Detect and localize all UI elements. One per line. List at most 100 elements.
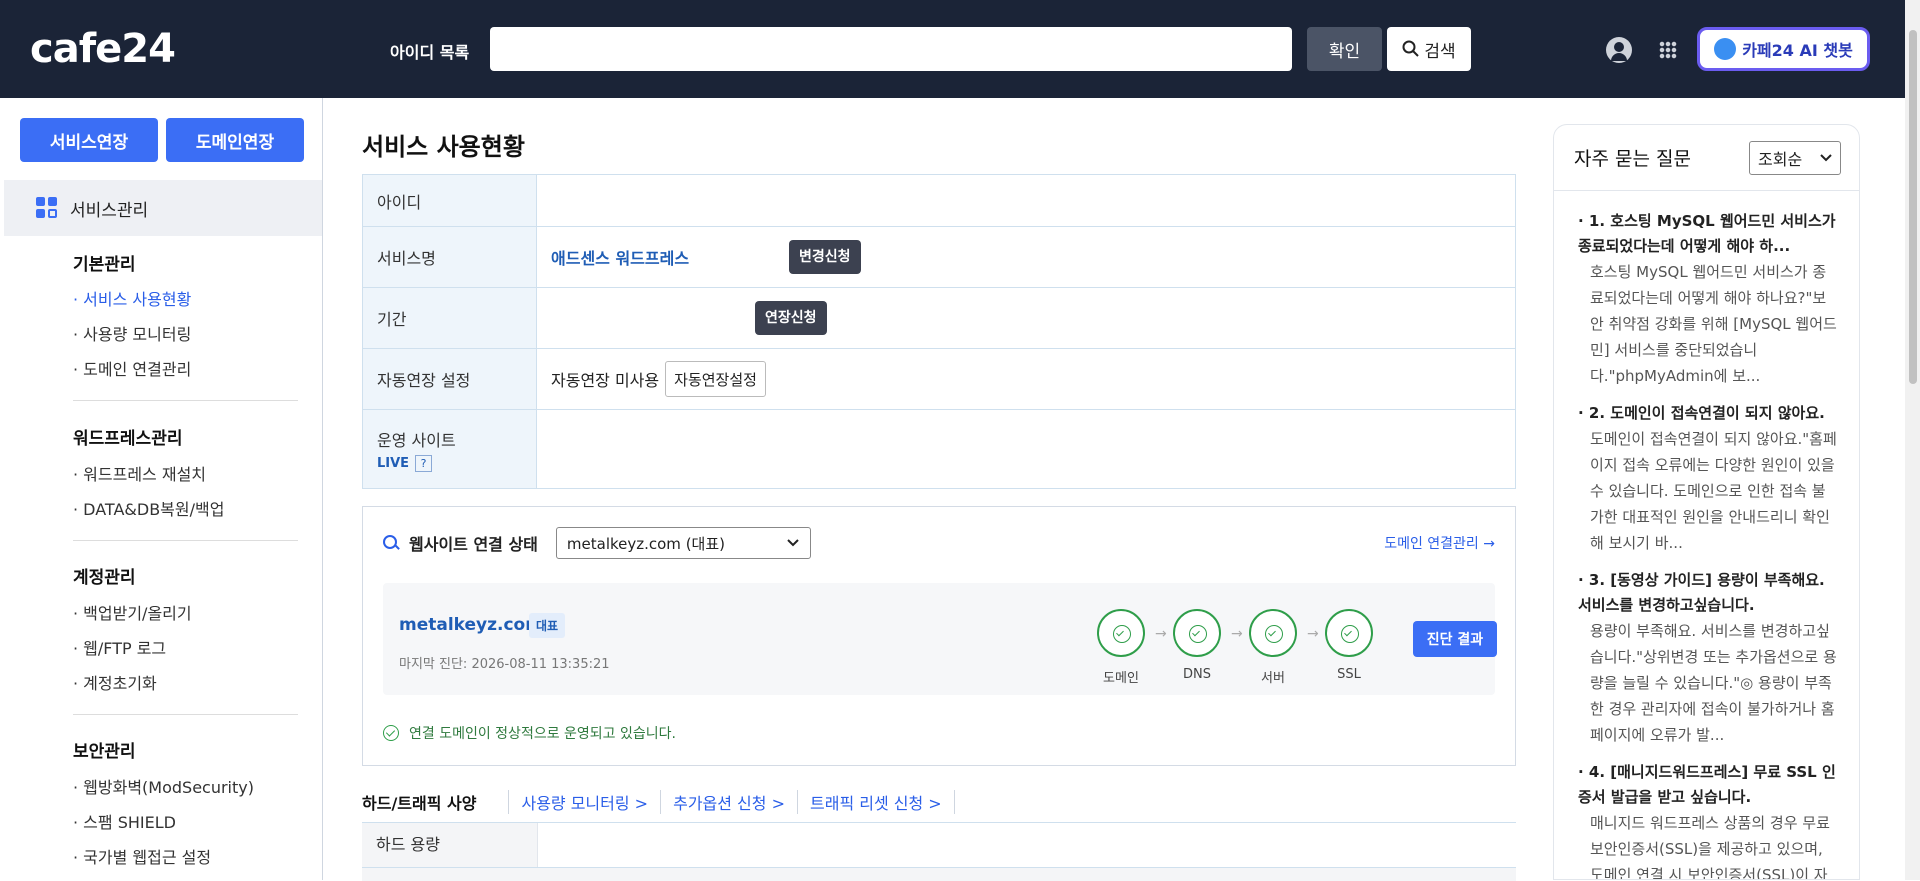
confirm-button[interactable]: 확인 <box>1307 27 1382 71</box>
domain-name[interactable]: metalkeyz.com <box>399 615 543 635</box>
change-request-button[interactable]: 변경신청 <box>789 240 861 274</box>
dns-check-icon <box>1173 609 1221 657</box>
user-account-icon[interactable] <box>1606 37 1632 63</box>
search-icon <box>1402 40 1420 57</box>
domain-check-icon <box>1097 609 1145 657</box>
faq-item[interactable]: · 2. 도메인이 접속연결이 되지 않아요. 도메인이 접속연결이 되지 않아… <box>1578 401 1837 556</box>
faq-question[interactable]: · 4. [매니지드워드프레스] 무료 SSL 인증서 발급을 받고 싶습니다. <box>1578 760 1837 810</box>
sidebar-item-backup-upload[interactable]: · 백업받기/올리기 <box>73 600 192 624</box>
hard-capacity-label: 하드 용량 <box>362 823 538 867</box>
row-period: 기간 연장신청 <box>363 288 1515 349</box>
cafe24-logo[interactable]: cafe24 <box>30 26 176 72</box>
faq-sort-select[interactable]: 조회순 <box>1749 140 1841 175</box>
top-header: cafe24 아이디 목록 확인 검색 카페24 AI 챗봇 <box>0 0 1905 98</box>
search-button-label: 검색 <box>1424 41 1456 62</box>
sidebar-item-usage-monitoring[interactable]: · 사용량 모니터링 <box>73 321 191 345</box>
ai-chatbot-button[interactable]: 카페24 AI 챗봇 <box>1697 27 1870 71</box>
service-name-label: 서비스명 <box>363 227 537 287</box>
section-basic-management: 기본관리 <box>73 255 136 275</box>
domain-connection-link[interactable]: 도메인 연결관리 → <box>1384 533 1495 553</box>
section-security-management: 보안관리 <box>73 742 136 762</box>
service-management-icon <box>36 197 58 219</box>
step-label-domain: 도메인 <box>1103 671 1139 686</box>
faq-question[interactable]: · 3. [동영상 가이드] 용량이 부족해요. 서비스를 변경하고싶습니다. <box>1578 568 1837 618</box>
search-input[interactable] <box>490 27 1292 71</box>
operating-site-label: 운영 사이트 <box>377 430 456 450</box>
auto-extend-settings-button[interactable]: 자동연장설정 <box>665 361 766 397</box>
faq-sort-value: 조회순 <box>1758 149 1803 169</box>
last-check-time: 마지막 진단: 2026-08-11 13:35:21 <box>399 657 610 672</box>
service-management-label: 서비스관리 <box>70 200 149 221</box>
operating-site-value <box>537 410 1515 488</box>
chatbot-icon <box>1714 38 1737 60</box>
sidebar-item-country-access[interactable]: · 국가별 웹접근 설정 <box>73 844 211 868</box>
service-info-table: 아이디 서비스명 애드센스 워드프레스 변경신청 기간 연장신청 자동연장 설정… <box>362 174 1516 489</box>
sidebar-item-account-reset[interactable]: · 계정초기화 <box>73 670 157 694</box>
step-label-dns: DNS <box>1183 667 1211 682</box>
service-extend-button[interactable]: 서비스연장 <box>20 118 158 162</box>
connection-ok-text: 연결 도메인이 정상적으로 운영되고 있습니다. <box>409 726 676 742</box>
id-value <box>537 175 1515 226</box>
service-name-link[interactable]: 애드센스 워드프레스 <box>551 245 689 269</box>
faq-answer: 용량이 부족해요. 서비스를 변경하고싶습니다."상위변경 또는 추가옵션으로 … <box>1590 622 1837 744</box>
domain-status-card: metalkeyz.com 대표 마지막 진단: 2026-08-11 13:3… <box>383 583 1497 695</box>
faq-question[interactable]: · 2. 도메인이 접속연결이 되지 않아요. <box>1578 401 1837 426</box>
faq-item[interactable]: · 4. [매니지드워드프레스] 무료 SSL 인증서 발급을 받고 싶습니다.… <box>1578 760 1837 880</box>
section-account-management: 계정관리 <box>73 568 136 588</box>
usage-monitoring-link[interactable]: 사용량 모니터링 > <box>508 790 662 814</box>
traffic-spec-title: 하드/트래픽 사양 <box>362 794 477 813</box>
add-option-link[interactable]: 추가옵션 신청 > <box>661 790 798 814</box>
faq-question[interactable]: · 1. 호스팅 MySQL 웹어드민 서비스가 종료되었다는데 어떻게 해야 … <box>1578 209 1837 259</box>
diagnosis-result-button[interactable]: 진단 결과 <box>1413 621 1497 657</box>
period-label: 기간 <box>363 288 537 348</box>
connection-title: 웹사이트 연결 상태 <box>409 535 538 554</box>
ssl-check-icon <box>1325 609 1373 657</box>
table-row <box>362 867 1516 881</box>
page-title: 서비스 사용현황 <box>362 133 525 161</box>
extend-request-button[interactable]: 연장신청 <box>755 301 827 335</box>
sidebar-item-domain-connection[interactable]: · 도메인 연결관리 <box>73 356 191 380</box>
faq-answer: 호스팅 MySQL 웹어드민 서비스가 종료되었다는데 어떻게 해야 하나요?"… <box>1590 263 1837 385</box>
sidebar-item-web-firewall[interactable]: · 웹방화벽(ModSecurity) <box>73 774 254 798</box>
faq-panel: 자주 묻는 질문 조회순 · 1. 호스팅 MySQL 웹어드민 서비스가 종료… <box>1553 124 1860 880</box>
row-auto-extend: 자동연장 설정 자동연장 미사용 자동연장설정 <box>363 349 1515 410</box>
scrollbar-thumb[interactable] <box>1909 30 1917 384</box>
faq-answer: 도메인이 접속연결이 되지 않아요."홈페이지 접속 오류에는 다양한 원인이 … <box>1590 430 1837 552</box>
page-scrollbar[interactable] <box>1905 0 1920 880</box>
sidebar-divider <box>73 714 298 715</box>
connection-ok-message: 연결 도메인이 정상적으로 운영되고 있습니다. <box>383 723 676 743</box>
auto-extend-label: 자동연장 설정 <box>363 349 537 409</box>
chevron-down-icon <box>1820 153 1832 161</box>
arrow-icon: → <box>1231 626 1243 642</box>
sidebar-item-spam-shield[interactable]: · 스팸 SHIELD <box>73 809 176 833</box>
id-label: 아이디 <box>363 175 537 226</box>
faq-item[interactable]: · 3. [동영상 가이드] 용량이 부족해요. 서비스를 변경하고싶습니다. … <box>1578 568 1837 748</box>
search-icon <box>383 535 399 551</box>
service-management-menu[interactable]: 서비스관리 <box>4 180 322 236</box>
sidebar-item-wordpress-reinstall[interactable]: · 워드프레스 재설치 <box>73 461 206 485</box>
representative-badge: 대표 <box>529 613 566 638</box>
arrow-icon: → <box>1307 626 1319 642</box>
faq-item[interactable]: · 1. 호스팅 MySQL 웹어드민 서비스가 종료되었다는데 어떻게 해야 … <box>1578 209 1837 389</box>
domain-extend-button[interactable]: 도메인연장 <box>166 118 304 162</box>
help-icon[interactable]: ? <box>415 454 433 472</box>
domain-select-value: metalkeyz.com (대표) <box>566 534 725 553</box>
server-check-icon <box>1249 609 1297 657</box>
sidebar-item-service-usage[interactable]: · 서비스 사용현황 <box>73 286 191 310</box>
search-button[interactable]: 검색 <box>1387 27 1471 71</box>
auto-extend-status: 자동연장 미사용 <box>551 371 660 390</box>
apps-grid-icon[interactable] <box>1659 41 1677 59</box>
row-service-name: 서비스명 애드센스 워드프레스 변경신청 <box>363 227 1515 288</box>
sidebar-item-web-ftp-log[interactable]: · 웹/FTP 로그 <box>73 635 166 659</box>
traffic-spec-bar: 하드/트래픽 사양 사용량 모니터링 > 추가옵션 신청 > 트래픽 리셋 신청… <box>362 790 955 814</box>
sidebar-divider <box>73 400 298 401</box>
faq-title: 자주 묻는 질문 <box>1574 148 1691 170</box>
domain-select[interactable]: metalkeyz.com (대표) <box>555 527 811 559</box>
search-label: 아이디 목록 <box>390 43 470 62</box>
sidebar-item-data-db-restore[interactable]: · DATA&DB복원/백업 <box>73 496 224 520</box>
step-label-ssl: SSL <box>1337 667 1361 682</box>
faq-answer: 매니지드 워드프레스 상품의 경우 무료 보안인증서(SSL)을 제공하고 있으… <box>1590 814 1830 880</box>
traffic-reset-link[interactable]: 트래픽 리셋 신청 > <box>798 790 955 814</box>
section-wordpress-management: 워드프레스관리 <box>73 429 183 449</box>
sidebar: 서비스연장 도메인연장 서비스관리 기본관리 · 서비스 사용현황 · 사용량 … <box>0 98 323 880</box>
